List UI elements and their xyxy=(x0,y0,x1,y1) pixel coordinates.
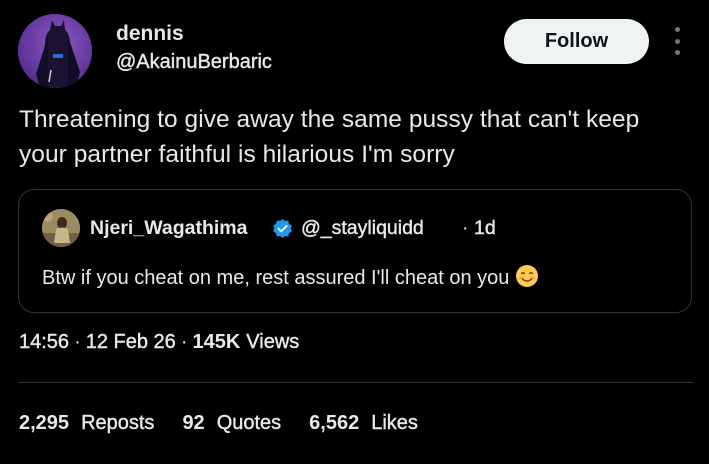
likes-count: 6,562 xyxy=(309,412,360,434)
quoted-author-handle[interactable]: @_stayliquidd xyxy=(301,217,424,240)
batman-avatar-icon xyxy=(18,14,92,88)
quoted-avatar[interactable] xyxy=(42,209,80,247)
verified-badge-icon xyxy=(273,218,292,239)
tweet-time[interactable]: 14:56 xyxy=(19,331,69,354)
divider xyxy=(18,382,693,383)
reposts-stat[interactable]: 2,295 Reposts xyxy=(19,412,155,435)
likes-stat[interactable]: 6,562 Likes xyxy=(309,412,418,435)
tweet-text: Threatening to give away the same pussy … xyxy=(19,106,640,168)
quoted-avatar-photo-icon xyxy=(42,209,80,247)
quotes-stat[interactable]: 92 Quotes xyxy=(182,412,281,435)
tweet-date[interactable]: 12 Feb 26 xyxy=(86,331,176,354)
reposts-label: Reposts xyxy=(81,412,155,434)
likes-label: Likes xyxy=(371,412,418,434)
tweet-header: dennis @AkainuBerbaric Follow xyxy=(18,14,693,88)
more-dot xyxy=(674,50,680,55)
quoted-text-content: Btw if you cheat on me, rest assured I'l… xyxy=(42,267,510,289)
smiling-face-icon xyxy=(516,265,539,287)
reposts-count: 2,295 xyxy=(19,412,70,434)
quoted-separator: · xyxy=(462,217,469,239)
more-options-icon[interactable] xyxy=(670,27,684,55)
views-count: 145K xyxy=(192,331,241,353)
author-name[interactable]: dennis xyxy=(116,22,184,46)
meta-separator: · xyxy=(74,331,81,353)
engagement-stats: 2,295 Reposts 92 Quotes 6,562 Likes xyxy=(19,412,446,435)
quotes-count: 92 xyxy=(182,412,205,434)
follow-button[interactable]: Follow xyxy=(504,19,649,64)
more-dot xyxy=(674,27,680,32)
quoted-timestamp[interactable]: 1d xyxy=(474,217,496,240)
quoted-tweet[interactable]: Njeri_Wagathima @_stayliquidd · 1d Btw i… xyxy=(18,189,692,313)
avatar[interactable] xyxy=(18,14,92,88)
meta-separator: · xyxy=(180,331,188,353)
quoted-tweet-text: Btw if you cheat on me, rest assured I'l… xyxy=(42,264,539,290)
more-dot xyxy=(674,38,680,44)
quoted-author-name[interactable]: Njeri_Wagathima xyxy=(90,217,248,240)
views-label: Views xyxy=(246,331,300,353)
quotes-label: Quotes xyxy=(216,412,282,434)
tweet-meta: 14:56 · 12 Feb 26 · 145K Views xyxy=(19,331,300,354)
author-handle[interactable]: @AkainuBerbaric xyxy=(116,51,272,74)
